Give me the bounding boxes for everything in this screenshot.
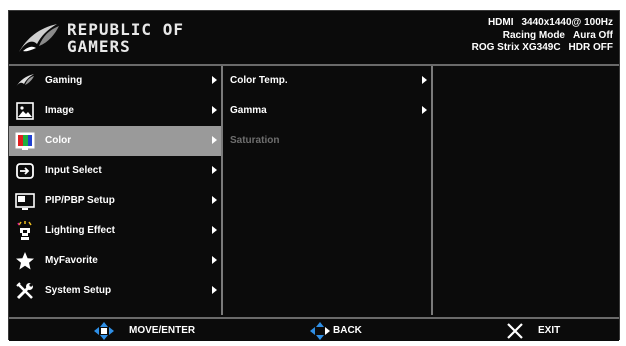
submenu-item-color-temp[interactable]: Color Temp. [223,66,431,96]
four-way-arrows-icon [94,322,114,340]
status-row-mode: Racing Mode Aura Off [472,30,613,43]
osd-header: REPUBLIC OF GAMERS HDMI 3440x1440@ 100Hz … [9,11,619,66]
menu-item-gaming[interactable]: Gaming [9,66,221,96]
menu-item-label: MyFavorite [45,255,98,266]
status-hdr: HDR OFF [568,42,613,53]
submenu-item-label: Color Temp. [230,75,288,86]
status-row-input: HDMI 3440x1440@ 100Hz [472,17,613,30]
close-icon [507,323,523,339]
status-model: ROG Strix XG349C [471,42,561,53]
color-submenu: Color Temp. Gamma Saturation [223,66,433,315]
menu-item-color[interactable]: Color [9,126,221,156]
menu-item-system-setup[interactable]: System Setup [9,276,221,306]
brand-logo-text: REPUBLIC OF GAMERS [67,21,184,55]
color-icon [15,132,35,150]
footer-back[interactable]: BACK [309,322,389,340]
status-row-model: ROG Strix XG349C HDR OFF [472,42,613,55]
menu-item-label: Color [45,135,72,146]
back-arrows-icon [310,322,330,340]
status-resolution: 3440x1440@ 100Hz [521,17,614,28]
menu-item-myfavorite[interactable]: MyFavorite [9,246,221,276]
brand-line-2: GAMERS [67,37,131,56]
arrow-right-icon [422,106,427,114]
submenu-item-gamma[interactable]: Gamma [223,96,431,126]
arrow-right-icon [212,286,217,294]
footer-exit[interactable]: EXIT [506,322,576,340]
submenu-item-label: Gamma [230,105,267,116]
detail-panel [433,66,619,315]
rog-logo-icon [19,24,59,52]
menu-item-image[interactable]: Image [9,96,221,126]
arrow-right-icon [212,196,217,204]
arrow-right-icon [212,226,217,234]
submenu-item-saturation: Saturation [223,126,431,156]
pip-icon [15,193,35,210]
menu-item-label: Image [45,105,74,116]
submenu-item-label: Saturation [230,135,280,146]
status-input-source: HDMI [487,17,514,28]
osd-panel: REPUBLIC OF GAMERS HDMI 3440x1440@ 100Hz … [8,10,620,341]
status-info: HDMI 3440x1440@ 100Hz Racing Mode Aura Off… [472,17,613,55]
rog-eye-icon [16,74,34,87]
footer-move-enter-label: MOVE/ENTER [129,325,196,336]
input-icon [16,163,34,179]
image-icon [16,102,34,120]
menu-item-label: PIP/PBP Setup [45,195,115,206]
footer-exit-label: EXIT [538,325,561,336]
star-icon [16,252,34,270]
footer-back-label: BACK [333,325,362,336]
menu-item-label: Gaming [45,75,83,86]
tools-icon [16,282,33,300]
status-aura: Aura Off [573,29,613,41]
lighting-icon [17,221,32,240]
arrow-right-icon [212,256,217,264]
menu-item-label: Input Select [45,165,102,176]
footer-move-enter[interactable]: MOVE/ENTER [93,322,233,340]
main-menu: Gaming Image Color Input Select PIP/PBP … [9,66,223,315]
menu-item-lighting[interactable]: Lighting Effect [9,216,221,246]
menu-item-label: System Setup [45,285,112,296]
arrow-right-icon [212,106,217,114]
arrow-right-icon [212,76,217,84]
brand-line-1: REPUBLIC OF [67,20,184,39]
status-mode: Racing Mode [502,29,565,41]
arrow-right-icon [212,136,217,144]
osd-footer: MOVE/ENTER BACK EXIT [9,317,619,341]
arrow-right-icon [212,166,217,174]
menu-item-pip-pbp[interactable]: PIP/PBP Setup [9,186,221,216]
menu-item-input-select[interactable]: Input Select [9,156,221,186]
menu-item-label: Lighting Effect [45,225,115,236]
arrow-right-icon [422,76,427,84]
